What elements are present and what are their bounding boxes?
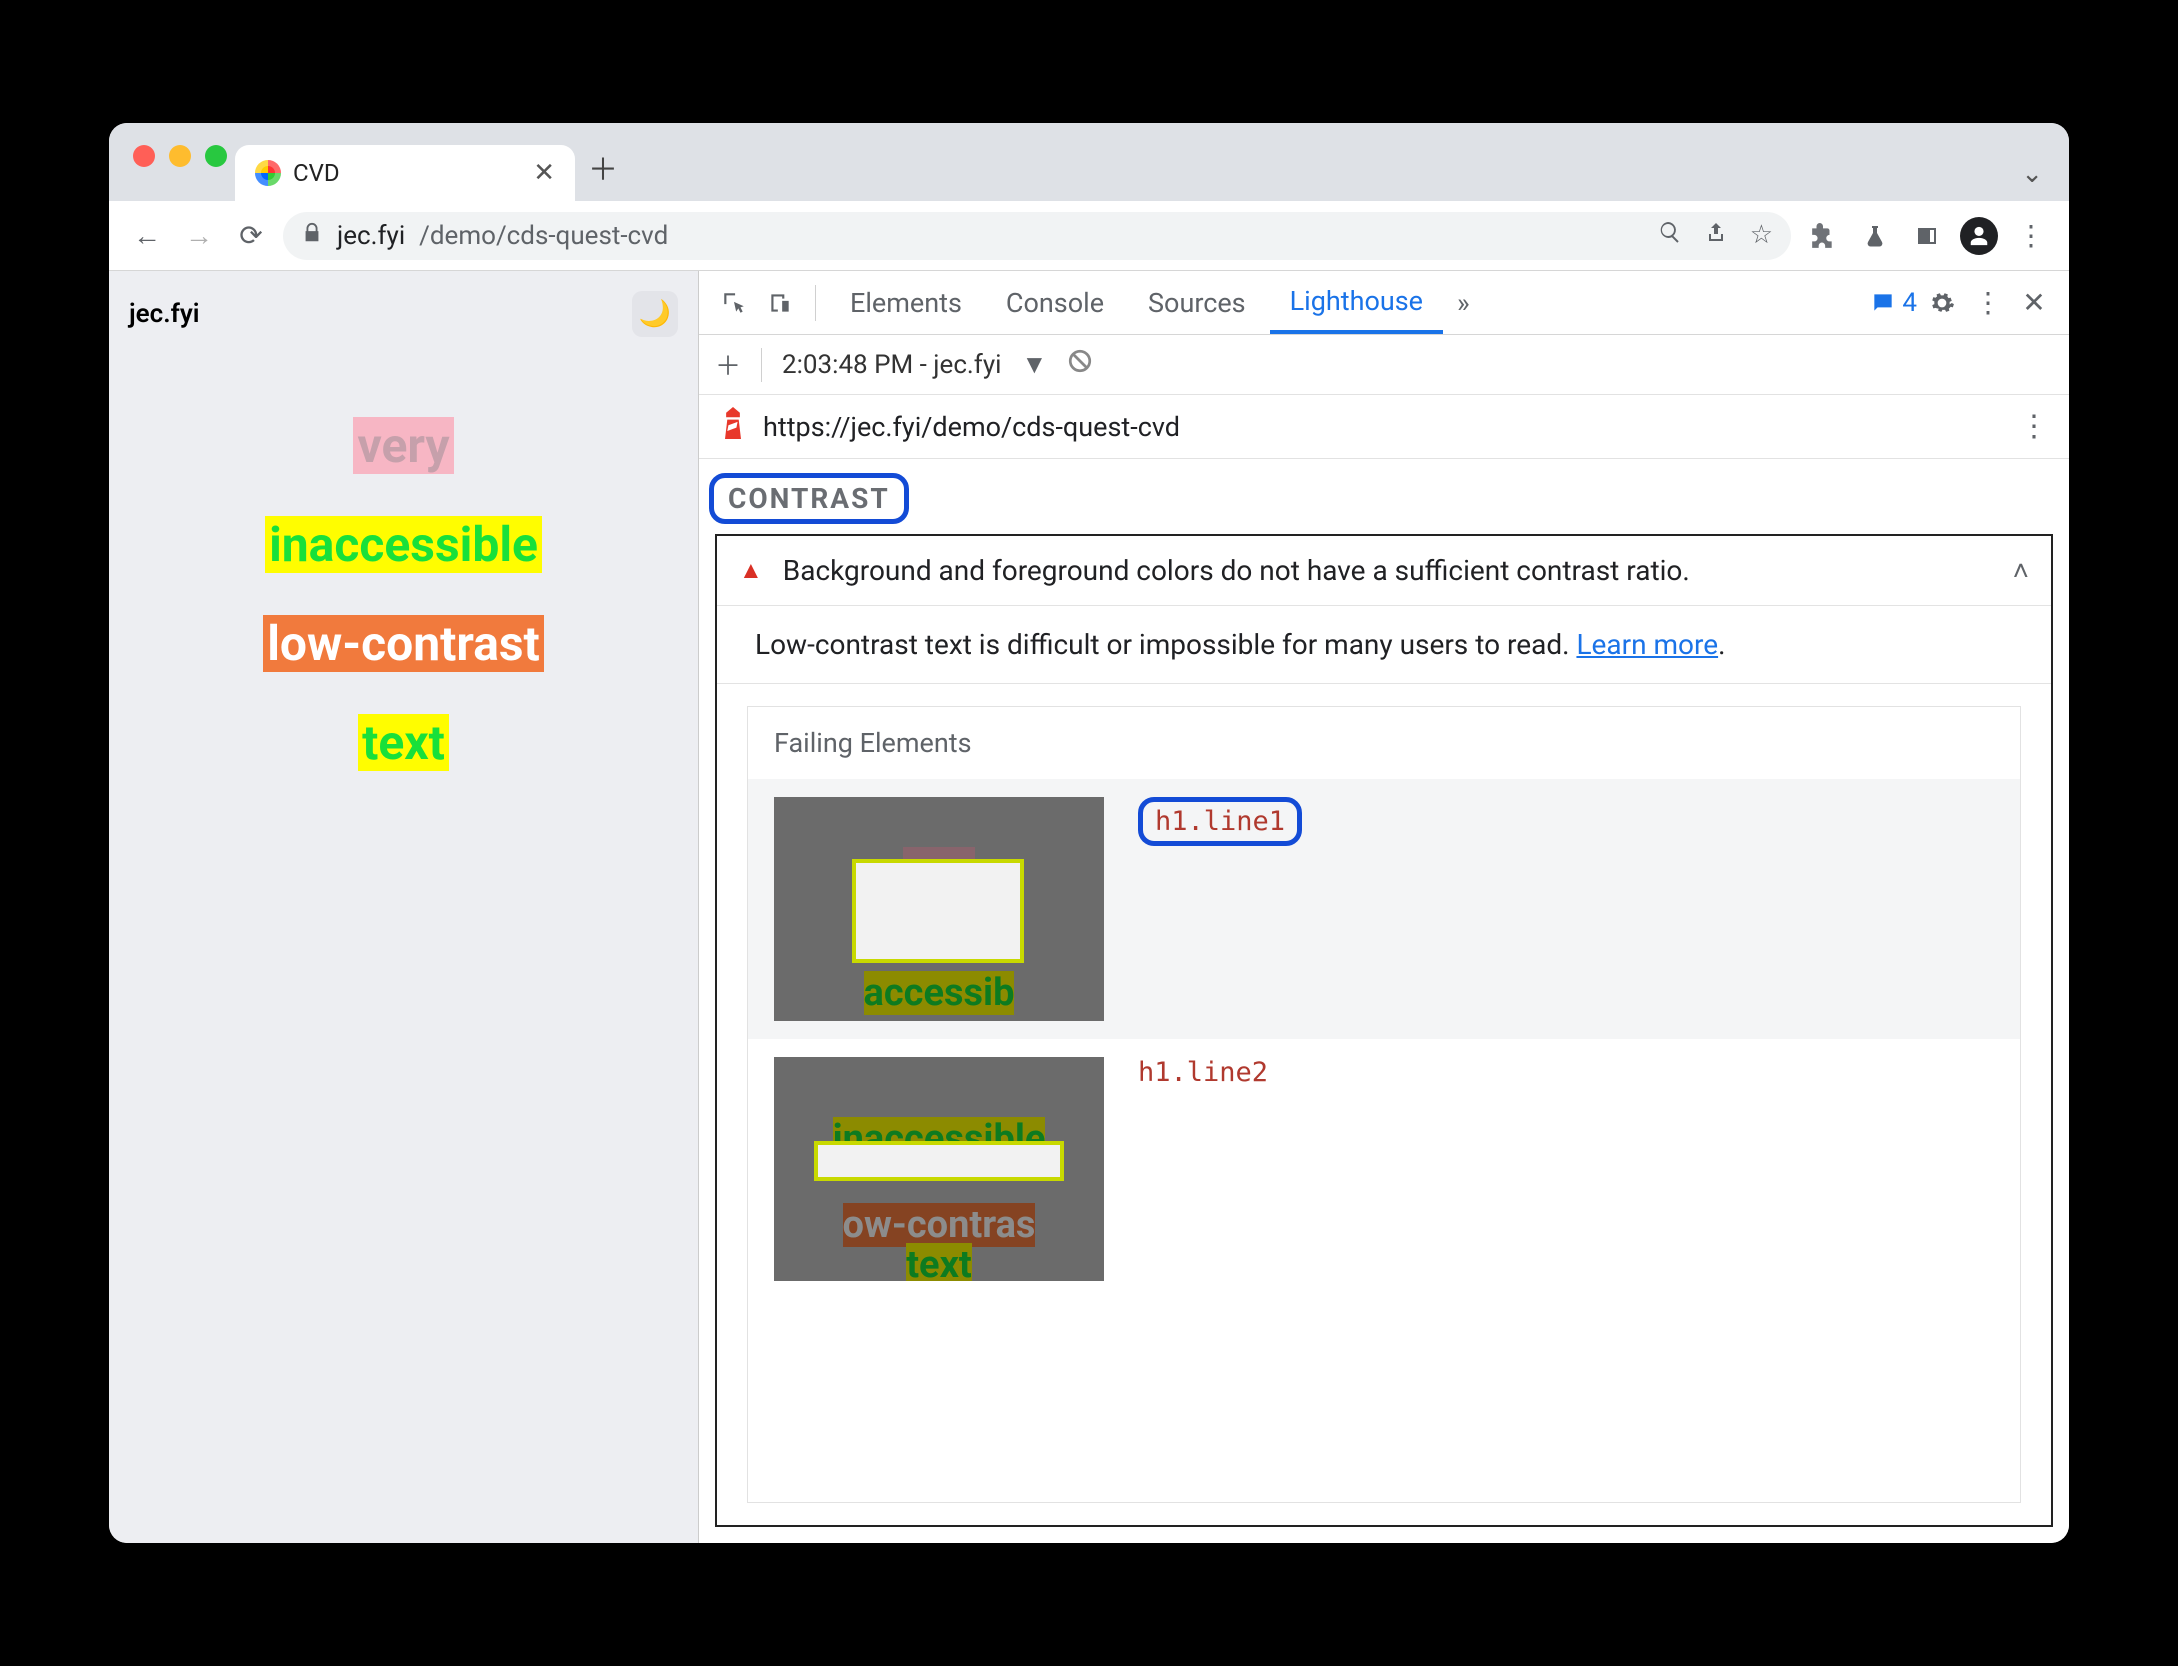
demo-line-4: text xyxy=(358,714,449,771)
inspect-element-icon[interactable] xyxy=(713,282,755,324)
labs-icon[interactable] xyxy=(1855,216,1895,256)
window-controls xyxy=(133,145,227,167)
share-icon[interactable] xyxy=(1704,220,1728,251)
settings-icon[interactable] xyxy=(1921,282,1963,324)
profile-button[interactable] xyxy=(1959,216,1999,256)
tab-title: CVD xyxy=(293,159,521,187)
close-devtools-button[interactable]: ✕ xyxy=(2013,282,2055,324)
device-toggle-icon[interactable] xyxy=(759,282,801,324)
failing-element-row[interactable]: very accessib h1.line1 xyxy=(748,779,2020,1039)
demo-text-block: very inaccessible low-contrast text xyxy=(129,337,678,1523)
address-bar[interactable]: jec.fyi/demo/cds-quest-cvd ☆ xyxy=(283,212,1791,260)
demo-line-1: very xyxy=(353,417,453,474)
lighthouse-subbar: ＋ 2:03:48 PM - jec.fyi ▼ xyxy=(699,335,2069,395)
demo-line-3: low-contrast xyxy=(263,615,544,672)
audit-title: Background and foreground colors do not … xyxy=(783,554,1993,587)
titlebar: CVD ✕ ＋ ⌄ xyxy=(109,123,2069,201)
devtools-menu-button[interactable]: ⋮ xyxy=(1967,282,2009,324)
learn-more-link[interactable]: Learn more xyxy=(1576,628,1718,661)
maximize-window-button[interactable] xyxy=(205,145,227,167)
sidepanel-icon[interactable] xyxy=(1907,216,1947,256)
tab-strip: CVD ✕ ＋ ⌄ xyxy=(235,145,2053,201)
browser-window: CVD ✕ ＋ ⌄ ← → ⟳ jec.fyi/demo/cds-quest-c… xyxy=(109,123,2069,1543)
lighthouse-url: https://jec.fyi/demo/cds-quest-cvd xyxy=(763,411,1180,443)
section-label-contrast: CONTRAST xyxy=(709,473,909,524)
rendered-page: jec.fyi 🌙 very inaccessible low-contrast… xyxy=(109,271,699,1543)
moon-icon: 🌙 xyxy=(639,299,671,329)
audit-description-text: Low-contrast text is difficult or imposs… xyxy=(755,628,1576,661)
tabs-overflow-button[interactable]: » xyxy=(1447,271,1480,334)
tab-elements[interactable]: Elements xyxy=(830,271,982,334)
reload-button[interactable]: ⟳ xyxy=(231,216,271,256)
browser-toolbar: ← → ⟳ jec.fyi/demo/cds-quest-cvd ☆ ⋮ xyxy=(109,201,2069,271)
messages-badge[interactable]: 4 xyxy=(1870,288,1917,318)
lighthouse-url-row: https://jec.fyi/demo/cds-quest-cvd ⋮ xyxy=(699,395,2069,459)
element-selector: h1.line2 xyxy=(1138,1057,1268,1088)
failing-elements-header: Failing Elements xyxy=(748,707,2020,779)
new-tab-button[interactable]: ＋ xyxy=(583,145,623,201)
browser-tab[interactable]: CVD ✕ xyxy=(235,145,575,201)
lighthouse-report-menu[interactable]: ⋮ xyxy=(2019,409,2049,444)
omnibox-actions: ☆ xyxy=(1658,220,1773,251)
dark-mode-toggle[interactable]: 🌙 xyxy=(632,291,678,337)
devtools-panel: Elements Console Sources Lighthouse » 4 … xyxy=(699,271,2069,1543)
tab-lighthouse[interactable]: Lighthouse xyxy=(1270,271,1443,334)
element-thumbnail: inaccessible ow-contras text xyxy=(774,1057,1104,1281)
tabs-menu-button[interactable]: ⌄ xyxy=(2021,159,2053,201)
url-host: jec.fyi xyxy=(337,221,405,251)
browser-menu-button[interactable]: ⋮ xyxy=(2011,216,2051,256)
favicon-icon xyxy=(255,160,281,186)
chat-icon xyxy=(1870,290,1896,316)
back-button[interactable]: ← xyxy=(127,216,167,256)
failing-elements-section: Failing Elements very accessib h1.line1 xyxy=(747,706,2021,1503)
new-report-button[interactable]: ＋ xyxy=(715,346,741,383)
tab-console[interactable]: Console xyxy=(986,271,1124,334)
element-thumbnail: very accessib xyxy=(774,797,1104,1021)
section-header: CONTRAST xyxy=(699,459,2069,534)
devtools-tabbar: Elements Console Sources Lighthouse » 4 … xyxy=(699,271,2069,335)
minimize-window-button[interactable] xyxy=(169,145,191,167)
chevron-up-icon[interactable]: ˄ xyxy=(2013,554,2029,587)
extensions-icon[interactable] xyxy=(1803,216,1843,256)
search-icon[interactable] xyxy=(1658,220,1682,251)
content-area: jec.fyi 🌙 very inaccessible low-contrast… xyxy=(109,271,2069,1543)
demo-line-2: inaccessible xyxy=(265,516,542,573)
snapshot-label[interactable]: 2:03:48 PM - jec.fyi xyxy=(782,350,1001,380)
url-path: /demo/cds-quest-cvd xyxy=(419,221,668,251)
lighthouse-icon xyxy=(719,407,747,447)
lock-icon xyxy=(301,221,323,251)
snapshot-dropdown-icon[interactable]: ▼ xyxy=(1021,349,1047,380)
page-site-title: jec.fyi xyxy=(129,299,199,329)
failing-element-row[interactable]: inaccessible ow-contras text h1.line2 xyxy=(748,1039,2020,1299)
close-tab-button[interactable]: ✕ xyxy=(533,158,555,188)
audit-description: Low-contrast text is difficult or imposs… xyxy=(717,606,2051,684)
messages-count: 4 xyxy=(1902,288,1917,318)
clear-report-button[interactable] xyxy=(1067,348,1093,381)
element-selector: h1.line1 xyxy=(1138,797,1302,846)
close-window-button[interactable] xyxy=(133,145,155,167)
warning-icon: ▲ xyxy=(739,556,763,585)
bookmark-icon[interactable]: ☆ xyxy=(1750,220,1773,251)
audit-header[interactable]: ▲ Background and foreground colors do no… xyxy=(717,536,2051,606)
forward-button[interactable]: → xyxy=(179,216,219,256)
tab-sources[interactable]: Sources xyxy=(1128,271,1266,334)
audit-card: ▲ Background and foreground colors do no… xyxy=(715,534,2053,1527)
